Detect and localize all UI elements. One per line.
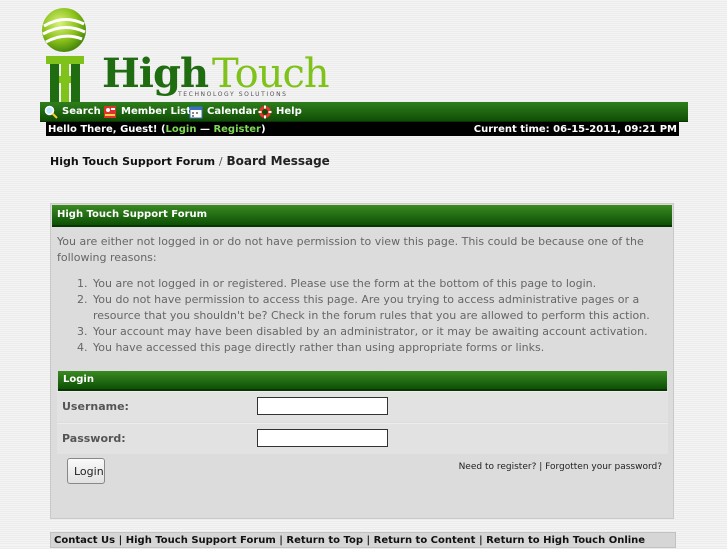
username-row: Username: — [57, 391, 668, 422]
forgot-password-link[interactable]: Forgotten your password? — [545, 462, 662, 472]
links-separator: | — [536, 462, 546, 472]
welcome-bar: Hello There, Guest! (Login — Register) C… — [46, 122, 679, 136]
logo-tagline: TECHNOLOGY SOLUTIONS — [178, 91, 288, 98]
login-actions: Login Need to register? | Forgotten your… — [57, 454, 668, 494]
panel-message: You are either not logged in or do not h… — [57, 235, 644, 264]
register-link-bottom[interactable]: Need to register? — [459, 462, 537, 472]
footer-sep: | — [275, 535, 287, 546]
username-label: Username: — [62, 400, 129, 413]
footer-forum-link[interactable]: High Touch Support Forum — [126, 535, 276, 546]
footer-contact-link[interactable]: Contact Us — [54, 535, 115, 546]
login-links: Need to register? | Forgotten your passw… — [459, 462, 662, 472]
menu-help[interactable]: Help — [258, 104, 302, 119]
login-title: Login — [58, 371, 667, 391]
login-link[interactable]: Login — [166, 124, 197, 135]
password-row: Password: — [57, 423, 668, 454]
login-form: Login Username: Password: Login Need to … — [57, 370, 668, 496]
menu-member-list-label: Member List — [121, 106, 192, 117]
welcome-close-paren: ) — [260, 123, 266, 135]
menu-calendar[interactable]: Calendar — [189, 104, 257, 119]
footer-content-link[interactable]: Return to Content — [374, 535, 476, 546]
welcome-greeting: Hello There, Guest! ( — [48, 123, 166, 135]
logo-word-high: High — [102, 50, 209, 97]
footer-online-link[interactable]: Return to High Touch Online — [486, 535, 645, 546]
globe-icon — [42, 8, 86, 52]
footer-sep: | — [475, 535, 487, 546]
register-link[interactable]: Register — [213, 124, 261, 135]
menu-help-label: Help — [276, 106, 302, 117]
menu-search-label: Search — [62, 106, 101, 117]
ht-monogram-icon — [46, 56, 84, 102]
panel-title: High Touch Support Forum — [52, 205, 672, 227]
breadcrumb-current: Board Message — [226, 154, 330, 168]
password-label: Password: — [62, 432, 126, 445]
reasons-list: You are not logged in or registered. Ple… — [51, 276, 673, 356]
breadcrumb-separator: / — [218, 155, 223, 168]
board-message-panel: High Touch Support Forum You are either … — [50, 203, 674, 519]
welcome-text: Hello There, Guest! (Login — Register) — [48, 124, 266, 135]
reason-item: You are not logged in or registered. Ple… — [91, 276, 673, 292]
footer-sep: | — [363, 535, 374, 546]
site-logo[interactable]: High Touch TECHNOLOGY SOLUTIONS — [40, 6, 340, 102]
calendar-icon — [189, 106, 203, 118]
top-menu-bar: Search Member List Calendar Help — [40, 102, 688, 122]
help-lifebuoy-icon — [258, 105, 272, 118]
member-list-icon — [104, 105, 116, 118]
reason-item: Your account may have been disabled by a… — [91, 324, 673, 340]
welcome-dash: — — [196, 123, 214, 135]
reason-item: You have accessed this page directly rat… — [91, 340, 673, 356]
footer-sep: | — [115, 535, 126, 546]
search-icon — [44, 105, 58, 119]
login-button[interactable]: Login — [67, 458, 105, 484]
menu-calendar-label: Calendar — [207, 106, 258, 117]
username-input[interactable] — [257, 397, 388, 415]
reason-item: You do not have permission to access thi… — [91, 292, 673, 324]
password-input[interactable] — [257, 429, 388, 447]
footer-top-link[interactable]: Return to Top — [286, 535, 363, 546]
menu-search[interactable]: Search — [44, 104, 101, 119]
menu-member-list[interactable]: Member List — [103, 104, 191, 119]
current-time: Current time: 06-15-2011, 09:21 PM — [473, 123, 677, 135]
breadcrumb: High Touch Support Forum / Board Message — [50, 154, 330, 168]
breadcrumb-forum[interactable]: High Touch Support Forum — [50, 155, 215, 168]
footer-links: Contact Us | High Touch Support Forum | … — [50, 532, 676, 548]
